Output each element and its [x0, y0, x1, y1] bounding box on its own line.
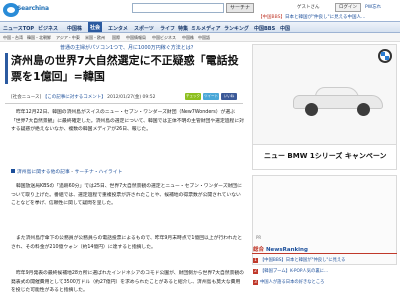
nav-item-sports[interactable]: スポーツ: [134, 25, 154, 32]
nav-item-entertainment[interactable]: エンタメ: [108, 25, 128, 32]
ranking-item[interactable]: 1 【中国BBS】日本と韓国が"仲良し"に見える: [253, 257, 397, 263]
guest-greeting: ゲストさん: [297, 5, 320, 10]
search-input[interactable]: [132, 3, 224, 13]
meta-category[interactable]: [社会ニュース]: [11, 95, 41, 100]
article-paragraph-1: 昨年12月22日、韓国の済州島がスイスのニュー・セブン・ワンダーズ財団（New7…: [11, 110, 244, 132]
related-articles-link[interactable]: 済州島に関する他の記事 - サーチナ・ハイライト: [11, 168, 244, 175]
nav-item-china-bbs[interactable]: 中国BBS: [254, 25, 275, 32]
related-prefix: 済州島に関する他の記事: [17, 170, 70, 175]
nav-item-features[interactable]: 特集: [178, 25, 188, 32]
subnav-item-china-taiwan[interactable]: 中国・台湾: [3, 35, 23, 41]
subnav-item-chinese-language[interactable]: 中国語: [198, 35, 210, 41]
search-button[interactable]: サーチナ: [226, 3, 254, 13]
related-source: サーチナ・ハイライト: [74, 170, 123, 175]
top-header: Searchina サーチナ ゲストさん ログイン PW忘れ 【中国BBS】日本…: [0, 0, 400, 21]
subnav-item-international[interactable]: 国際: [112, 35, 120, 41]
subnav-item-korea[interactable]: 韓国・北朝鮮: [27, 35, 51, 41]
ranking-divider: [252, 253, 397, 254]
ranking-title: 総合 NewsRanking: [253, 245, 308, 253]
main-nav: ニュースTOP ビジネス 中国株 社会 エンタメ スポーツ ライフ 特集 ミルメ…: [0, 21, 400, 33]
ticker-text: 日本と韓国が"仲良し"に見える中国人…: [284, 15, 366, 20]
sub-nav: 中国・台湾 韓国・北朝鮮 アジア・中東 米国・欧州 国際 中国情報局 中国ビジネ…: [0, 33, 400, 42]
tweet-button[interactable]: ツイート: [203, 93, 219, 100]
nav-item-ranking[interactable]: ランキング: [224, 25, 249, 32]
news-ticker[interactable]: 【中国BBS】日本と韓国が"仲良し"に見える中国人…: [258, 14, 400, 21]
mixi-check-button[interactable]: チェック: [185, 93, 201, 100]
ranking-item[interactable]: 2 【韓国ブーム】K-POP人気の裏に…: [253, 268, 397, 274]
square-bullet-icon: [11, 169, 15, 173]
divider: [5, 103, 243, 104]
ticker-tag: 【中国BBS】: [258, 15, 285, 20]
promo-text: 普通の主婦がパソコン1つで、月に1000万円稼ぐ方法とは？: [60, 45, 196, 51]
rank-text: 【中国BBS】日本と韓国が"仲良し"に見える: [260, 258, 346, 263]
ad-label: PR: [256, 235, 262, 240]
meta-datetime: 2012/01/27(金) 09:52: [107, 95, 156, 100]
nav-item-china-stocks[interactable]: 中国株: [67, 25, 82, 32]
meta-comment-link[interactable]: 【この記事に対するコメント】: [43, 95, 106, 100]
rank-number: 1: [253, 258, 258, 263]
rank-text: 【韓国ブーム】K-POP人気の裏に…: [260, 269, 329, 274]
article-meta: [社会ニュース] 【この記事に対するコメント】 2012/01/27(金) 09…: [11, 94, 156, 100]
article-paragraph-2: 韓国放送局KBSの「追跡60分」では25日、世界7大自然景観の選定とニュー・セブ…: [11, 184, 242, 206]
subnav-item-us-europe[interactable]: 米国・欧州: [85, 35, 105, 41]
site-logo[interactable]: Searchina: [3, 2, 49, 19]
logo-text: Searchina: [17, 5, 49, 12]
bmw-logo-icon: [378, 49, 392, 63]
nav-item-life[interactable]: ライフ: [160, 25, 175, 32]
article-paragraph-4: 昨年9月発表の最終候補地28カ所に選ばれたインドネシアのコモド公園が、財団側から…: [11, 271, 244, 293]
nav-item-society[interactable]: 社会: [88, 22, 103, 32]
subnav-item-china-stock[interactable]: 中国株: [182, 35, 194, 41]
subnav-item-asia[interactable]: アジア・中東: [56, 35, 80, 41]
article-title: 済州島の世界7大自然選定に不正疑惑「電話投票を1億回」=韓国: [11, 54, 239, 83]
nav-item-business[interactable]: ビジネス: [38, 25, 58, 32]
promo-link[interactable]: 普通の主婦がパソコン1つで、月に1000万円稼ぐ方法とは？: [60, 44, 196, 51]
login-button[interactable]: ログイン: [335, 3, 361, 12]
facebook-like-button[interactable]: いいね: [221, 93, 237, 100]
forgot-password-link[interactable]: PW忘れ: [365, 4, 381, 10]
nav-item-news-top[interactable]: ニュースTOP: [3, 25, 34, 32]
ad-headline[interactable]: ニュー BMW 1シリーズ キャンペーン: [264, 151, 387, 161]
subnav-item-china-info[interactable]: 中国情報局: [126, 35, 146, 41]
subnav-item-china-business[interactable]: 中国ビジネス: [152, 35, 176, 41]
nav-item-mil-media[interactable]: ミルメディア: [191, 25, 221, 32]
article-paragraph-3: また済州島庁傘下の公務員が公務員らの電話投票によるもので、昨年9月末時点で1億回…: [11, 236, 243, 250]
title-accent-bar: [5, 53, 8, 84]
rank-number: 2: [253, 269, 258, 274]
rank-text: 中国人が語る日本の好きなところ: [260, 280, 325, 285]
ranking-item[interactable]: 3 中国人が語る日本の好きなところ: [253, 279, 397, 285]
car-image: [293, 87, 383, 116]
rank-number: 3: [253, 280, 258, 285]
nav-item-china[interactable]: 中国: [280, 25, 290, 32]
